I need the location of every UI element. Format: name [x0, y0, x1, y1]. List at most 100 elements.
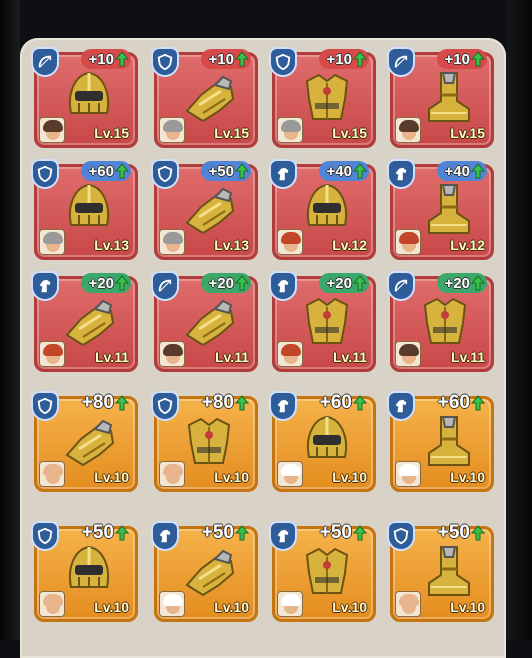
upgrade-arrow-icon: [235, 525, 249, 541]
upgrade-arrow-icon: [115, 51, 129, 67]
rider-portrait: [277, 229, 303, 255]
power-bonus-badge: +20: [80, 273, 131, 293]
horse-icon: [387, 391, 415, 421]
equipment-slot-gauntlet[interactable]: +20 Lv.11: [31, 271, 138, 372]
level-label: Lv.10: [94, 469, 129, 485]
power-bonus-badge: +40: [436, 161, 487, 181]
power-bonus-value: +10: [326, 50, 352, 68]
bow-icon: [151, 271, 179, 301]
upgrade-arrow-icon: [471, 395, 485, 411]
equipment-slot-helmet[interactable]: +10 Lv.15: [31, 47, 138, 148]
bow-icon: [387, 47, 415, 77]
equipment-slot-gauntlet[interactable]: +50 Lv.10: [151, 521, 258, 622]
upgrade-arrow-icon: [235, 275, 249, 291]
knight-portrait: [39, 229, 65, 255]
power-bonus-badge: +50: [74, 522, 131, 543]
power-bonus-value: +80: [81, 392, 114, 413]
device-bezel-right: [506, 0, 532, 640]
equipment-slot-boot[interactable]: +50 Lv.10: [387, 521, 494, 622]
power-bonus-value: +60: [437, 392, 470, 413]
chestplate-item-icon: [413, 289, 477, 353]
level-label: Lv.11: [95, 349, 129, 365]
nun-portrait: [395, 461, 421, 487]
bow-icon: [31, 47, 59, 77]
equipment-slot-chestplate[interactable]: +20 Lv.11: [269, 271, 376, 372]
knight-portrait: [277, 117, 303, 143]
power-bonus-badge: +60: [80, 161, 131, 181]
gauntlet-item-icon: [57, 409, 121, 473]
bow-icon: [387, 271, 415, 301]
upgrade-arrow-icon: [353, 395, 367, 411]
power-bonus-value: +60: [88, 162, 114, 180]
equipment-slot-boot[interactable]: +40 Lv.12: [387, 159, 494, 260]
power-bonus-value: +60: [319, 392, 352, 413]
equipment-slot-gauntlet[interactable]: +80 Lv.10: [31, 391, 138, 492]
power-bonus-value: +50: [208, 162, 234, 180]
horse-icon: [269, 521, 297, 551]
power-bonus-badge: +20: [318, 273, 369, 293]
rider-portrait: [395, 229, 421, 255]
equipment-slot-gauntlet[interactable]: +10 Lv.15: [151, 47, 258, 148]
boot-item-icon: [413, 65, 477, 129]
level-label: Lv.15: [450, 125, 485, 141]
level-label: Lv.11: [215, 349, 249, 365]
boot-item-icon: [413, 539, 477, 603]
level-label: Lv.10: [450, 599, 485, 615]
upgrade-arrow-icon: [353, 275, 367, 291]
shield-icon: [151, 47, 179, 77]
chestplate-item-icon: [177, 409, 241, 473]
bald-portrait: [159, 461, 185, 487]
power-bonus-badge: +10: [436, 49, 487, 69]
power-bonus-badge: +50: [194, 522, 251, 543]
equipment-slot-chestplate[interactable]: +80 Lv.10: [151, 391, 258, 492]
power-bonus-badge: +80: [194, 392, 251, 413]
upgrade-arrow-icon: [235, 163, 249, 179]
nun-portrait: [277, 461, 303, 487]
shield-icon: [387, 521, 415, 551]
level-label: Lv.10: [450, 469, 485, 485]
level-label: Lv.10: [214, 599, 249, 615]
power-bonus-badge: +10: [318, 49, 369, 69]
upgrade-arrow-icon: [471, 51, 485, 67]
boot-item-icon: [413, 409, 477, 473]
level-label: Lv.15: [332, 125, 367, 141]
bald-portrait: [395, 591, 421, 617]
shield-icon: [31, 159, 59, 189]
horse-icon: [151, 521, 179, 551]
upgrade-arrow-icon: [353, 525, 367, 541]
warrior-portrait: [395, 117, 421, 143]
power-bonus-badge: +60: [312, 392, 369, 413]
equipment-slot-gauntlet[interactable]: +20 Lv.11: [151, 271, 258, 372]
helmet-item-icon: [295, 177, 359, 241]
level-label: Lv.13: [94, 237, 129, 253]
level-label: Lv.11: [333, 349, 367, 365]
shield-icon: [151, 391, 179, 421]
equipment-slot-boot[interactable]: +10 Lv.15: [387, 47, 494, 148]
level-label: Lv.11: [451, 349, 485, 365]
level-label: Lv.10: [332, 599, 367, 615]
power-bonus-value: +20: [444, 274, 470, 292]
equipment-slot-gauntlet[interactable]: +50 Lv.13: [151, 159, 258, 260]
equipment-slot-helmet[interactable]: +60 Lv.13: [31, 159, 138, 260]
equipment-slot-helmet[interactable]: +50 Lv.10: [31, 521, 138, 622]
equipment-slot-boot[interactable]: +60 Lv.10: [387, 391, 494, 492]
equipment-slot-helmet[interactable]: +60 Lv.10: [269, 391, 376, 492]
equipment-slot-chestplate[interactable]: +50 Lv.10: [269, 521, 376, 622]
power-bonus-value: +50: [319, 522, 352, 543]
power-bonus-value: +40: [444, 162, 470, 180]
horse-icon: [387, 159, 415, 189]
device-bezel-left: [0, 0, 20, 640]
upgrade-arrow-icon: [353, 51, 367, 67]
gauntlet-item-icon: [177, 539, 241, 603]
shield-icon: [269, 47, 297, 77]
equipment-slot-helmet[interactable]: +40 Lv.12: [269, 159, 376, 260]
chestplate-item-icon: [295, 289, 359, 353]
boot-item-icon: [413, 177, 477, 241]
gauntlet-item-icon: [177, 65, 241, 129]
equipment-slot-chestplate[interactable]: +10 Lv.15: [269, 47, 376, 148]
equipment-slot-chestplate[interactable]: +20 Lv.11: [387, 271, 494, 372]
upgrade-arrow-icon: [115, 275, 129, 291]
horse-icon: [269, 271, 297, 301]
nun-portrait: [159, 591, 185, 617]
upgrade-arrow-icon: [115, 163, 129, 179]
